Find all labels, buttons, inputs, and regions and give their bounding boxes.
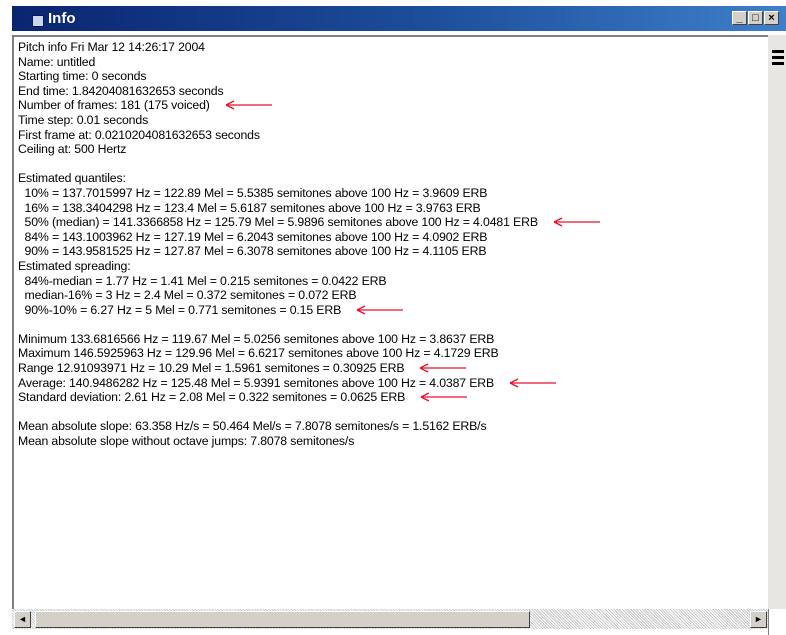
text-line: 10% = 137.7015997 Hz = 122.89 Mel = 5.53… <box>18 186 763 201</box>
text-line-content: Starting time: 0 seconds <box>18 69 147 84</box>
text-line-content: Standard deviation: 2.61 Hz = 2.08 Mel =… <box>18 390 406 405</box>
text-line-content: 50% (median) = 141.3366858 Hz = 125.79 M… <box>18 215 538 230</box>
text-line: 90%-10% = 6.27 Hz = 5 Mel = 0.771 semito… <box>18 303 763 318</box>
text-line: Time step: 0.01 seconds <box>18 113 763 128</box>
text-line-content: Name: untitled <box>18 54 96 69</box>
text-line-content: Maximum 146.5925963 Hz = 129.96 Mel = 6.… <box>18 346 499 361</box>
text-line-content: Mean absolute slope without octave jumps… <box>18 434 355 449</box>
text-line: Average: 140.9486282 Hz = 125.48 Mel = 5… <box>18 376 763 391</box>
text-line: First frame at: 0.0210204081632653 secon… <box>18 128 763 143</box>
text-line: 16% = 138.3404298 Hz = 123.4 Mel = 5.618… <box>18 201 763 216</box>
text-line-content: 84%-median = 1.77 Hz = 1.41 Mel = 0.215 … <box>18 273 387 288</box>
text-line-content: Estimated spreading: <box>18 258 131 273</box>
text-line-content: median-16% = 3 Hz = 2.4 Mel = 0.372 semi… <box>18 288 357 303</box>
horizontal-scroll-thumb[interactable] <box>35 611 530 628</box>
text-line: Maximum 146.5925963 Hz = 129.96 Mel = 6.… <box>18 346 763 361</box>
text-line-content: Minimum 133.6816566 Hz = 119.67 Mel = 5.… <box>18 331 495 346</box>
text-line-content: Average: 140.9486282 Hz = 125.48 Mel = 5… <box>18 375 495 390</box>
red-arrow-icon <box>509 378 557 388</box>
text-line: 84%-median = 1.77 Hz = 1.41 Mel = 0.215 … <box>18 274 763 289</box>
text-line-content: Range 12.91093971 Hz = 10.29 Mel = 1.596… <box>18 361 405 376</box>
scroll-left-button[interactable]: ◄ <box>14 611 31 628</box>
text-line-content: Pitch info Fri Mar 12 14:26:17 2004 <box>18 40 205 54</box>
text-line <box>18 405 763 420</box>
text-line-content: 16% = 138.3404298 Hz = 123.4 Mel = 5.618… <box>18 200 481 215</box>
vertical-scrollbar[interactable] <box>768 35 786 609</box>
red-arrow-icon <box>420 363 467 373</box>
text-line-content: 90% = 143.9581525 Hz = 127.87 Mel = 6.30… <box>18 244 487 259</box>
text-line-content: Number of frames: 181 (175 voiced) <box>18 98 210 113</box>
text-line-content: Estimated quantiles: <box>18 171 126 186</box>
text-line: End time: 1.84204081632653 seconds <box>18 84 763 99</box>
text-line <box>18 317 763 332</box>
text-line-content: 10% = 137.7015997 Hz = 122.89 Mel = 5.53… <box>18 185 488 200</box>
info-window: Info _ □ × Pitch info Fri Mar 12 14:26:1… <box>0 0 786 635</box>
maximize-button[interactable]: □ <box>748 11 763 25</box>
text-line: 84% = 143.1003962 Hz = 127.19 Mel = 6.20… <box>18 230 763 245</box>
text-line: Mean absolute slope: 63.358 Hz/s = 50.46… <box>18 419 763 434</box>
text-line-content: Mean absolute slope: 63.358 Hz/s = 50.46… <box>18 419 487 434</box>
text-line: 90% = 143.9581525 Hz = 127.87 Mel = 6.30… <box>18 244 763 259</box>
text-line-content: 90%-10% = 6.27 Hz = 5 Mel = 0.771 semito… <box>18 302 342 317</box>
text-line-content: 84% = 143.1003962 Hz = 127.19 Mel = 6.20… <box>18 229 488 244</box>
text-line: Mean absolute slope without octave jumps… <box>18 434 763 449</box>
text-line: Minimum 133.6816566 Hz = 119.67 Mel = 5.… <box>18 332 763 347</box>
text-line-content: Time step: 0.01 seconds <box>18 112 149 127</box>
red-arrow-icon <box>225 100 272 110</box>
minimize-button[interactable]: _ <box>732 11 747 25</box>
window-title: Info <box>48 10 76 27</box>
scroll-right-button[interactable]: ► <box>750 611 767 628</box>
red-arrow-icon <box>420 392 468 402</box>
text-line: Name: untitled <box>18 55 763 70</box>
red-arrow-icon <box>356 305 404 315</box>
resize-corner[interactable] <box>768 609 786 635</box>
text-line: Starting time: 0 seconds <box>18 69 763 84</box>
text-line: Number of frames: 181 (175 voiced) <box>18 98 763 113</box>
window-icon[interactable] <box>32 15 44 27</box>
text-line <box>18 157 763 172</box>
text-line: Estimated spreading: <box>18 259 763 274</box>
text-line: Pitch info Fri Mar 12 14:26:17 2004 <box>18 40 763 55</box>
text-line: Estimated quantiles: <box>18 171 763 186</box>
text-line-content: End time: 1.84204081632653 seconds <box>18 83 224 98</box>
info-text-area[interactable]: Pitch info Fri Mar 12 14:26:17 2004 Name:… <box>18 40 763 605</box>
text-line-content: Ceiling at: 500 Hertz <box>18 142 127 157</box>
text-line: median-16% = 3 Hz = 2.4 Mel = 0.372 semi… <box>18 288 763 303</box>
text-line: Ceiling at: 500 Hertz <box>18 142 763 157</box>
vertical-scroll-thumb[interactable] <box>772 50 784 74</box>
text-line: Standard deviation: 2.61 Hz = 2.08 Mel =… <box>18 390 763 405</box>
text-line-content: First frame at: 0.0210204081632653 secon… <box>18 127 260 142</box>
text-line: 50% (median) = 141.3366858 Hz = 125.79 M… <box>18 215 763 230</box>
red-arrow-icon <box>553 217 600 227</box>
text-line: Range 12.91093971 Hz = 10.29 Mel = 1.596… <box>18 361 763 376</box>
close-button[interactable]: × <box>764 11 779 25</box>
title-bar[interactable]: Info _ □ × <box>12 6 786 31</box>
